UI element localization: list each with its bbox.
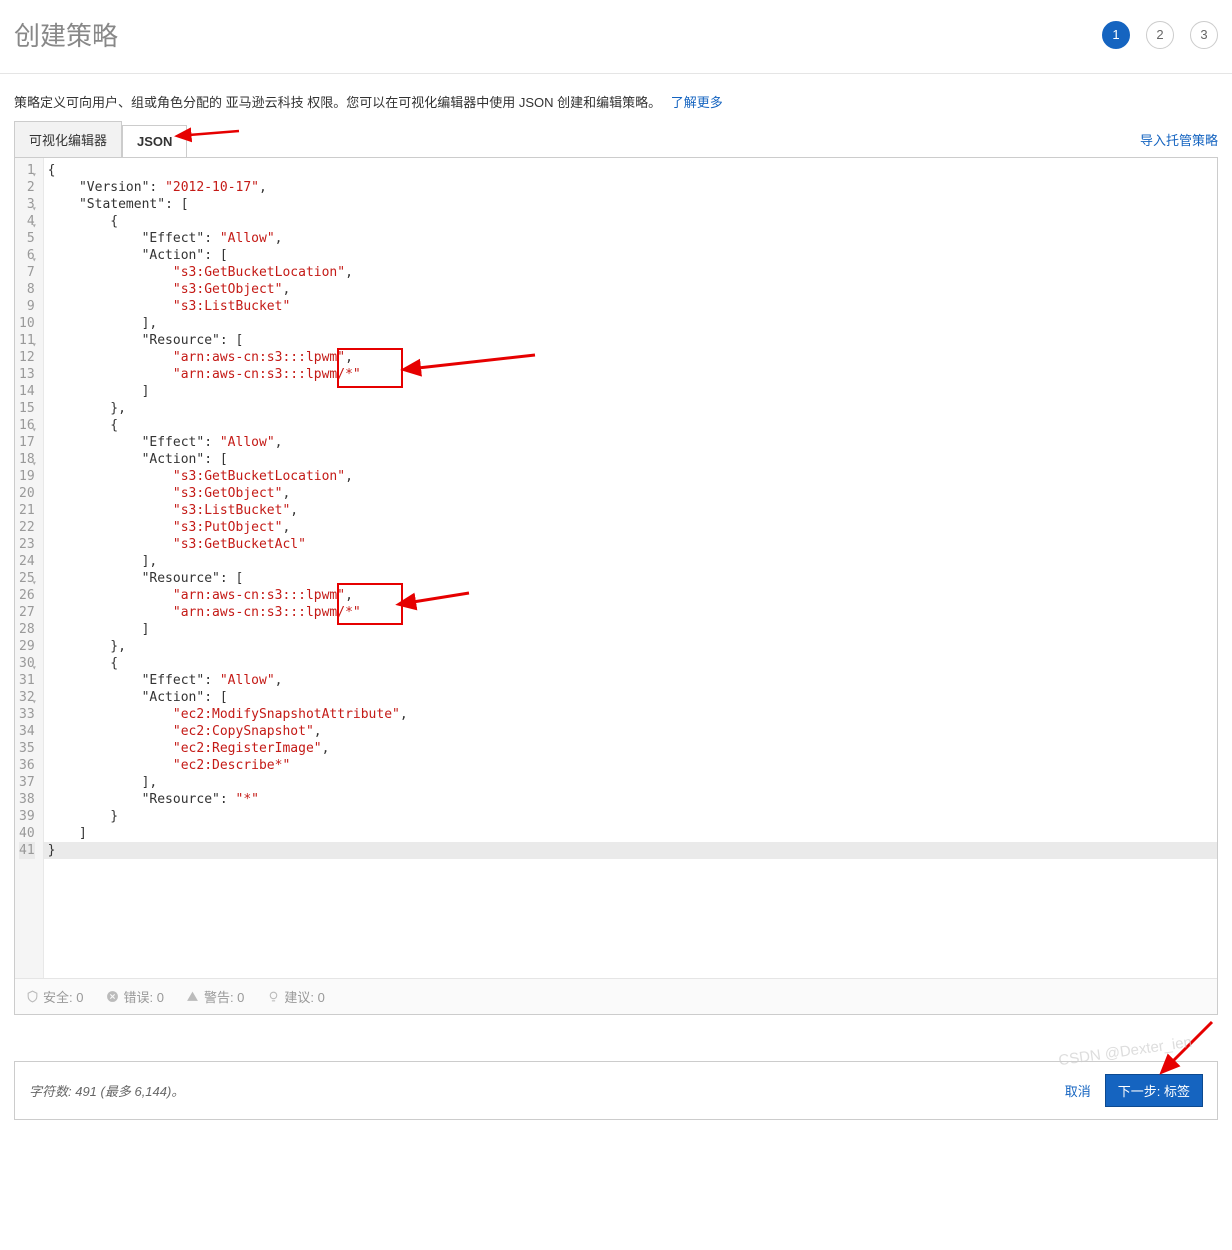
shield-icon xyxy=(25,990,39,1004)
step-3: 3 xyxy=(1190,21,1218,49)
character-count: 字符数: 491 (最多 6,144)。 xyxy=(29,1081,1065,1100)
status-errors: 错误: 0 xyxy=(105,987,163,1006)
description-bar: 策略定义可向用户、组或角色分配的 亚马逊云科技 权限。您可以在可视化编辑器中使用… xyxy=(0,74,1232,121)
learn-more-link[interactable]: 了解更多 xyxy=(671,95,723,110)
status-warnings: 警告: 0 xyxy=(186,987,244,1006)
step-indicator: 1 2 3 xyxy=(1102,21,1218,49)
json-editor[interactable]: 1234567891011121314151617181920212223242… xyxy=(15,158,1217,978)
error-icon xyxy=(105,990,119,1004)
step-1: 1 xyxy=(1102,21,1130,49)
step-2: 2 xyxy=(1146,21,1174,49)
lightbulb-icon xyxy=(266,990,280,1004)
cancel-button[interactable]: 取消 xyxy=(1065,1081,1091,1100)
tab-json[interactable]: JSON xyxy=(122,125,187,157)
import-managed-policy-link[interactable]: 导入托管策略 xyxy=(1140,122,1218,157)
status-security: 安全: 0 xyxy=(25,987,83,1006)
annotation-arrow-tab xyxy=(184,121,244,144)
next-step-button[interactable]: 下一步: 标签 xyxy=(1105,1074,1203,1107)
description-text: 策略定义可向用户、组或角色分配的 亚马逊云科技 权限。您可以在可视化编辑器中使用… xyxy=(14,95,661,110)
page-title: 创建策略 xyxy=(14,16,1102,53)
warning-icon xyxy=(186,990,200,1004)
tab-visual-editor[interactable]: 可视化编辑器 xyxy=(14,121,122,157)
status-suggestions: 建议: 0 xyxy=(266,987,324,1006)
editor-status-bar: 安全: 0 错误: 0 警告: 0 建议: 0 xyxy=(15,978,1217,1014)
annotation-arrow-next xyxy=(1152,1017,1222,1075)
